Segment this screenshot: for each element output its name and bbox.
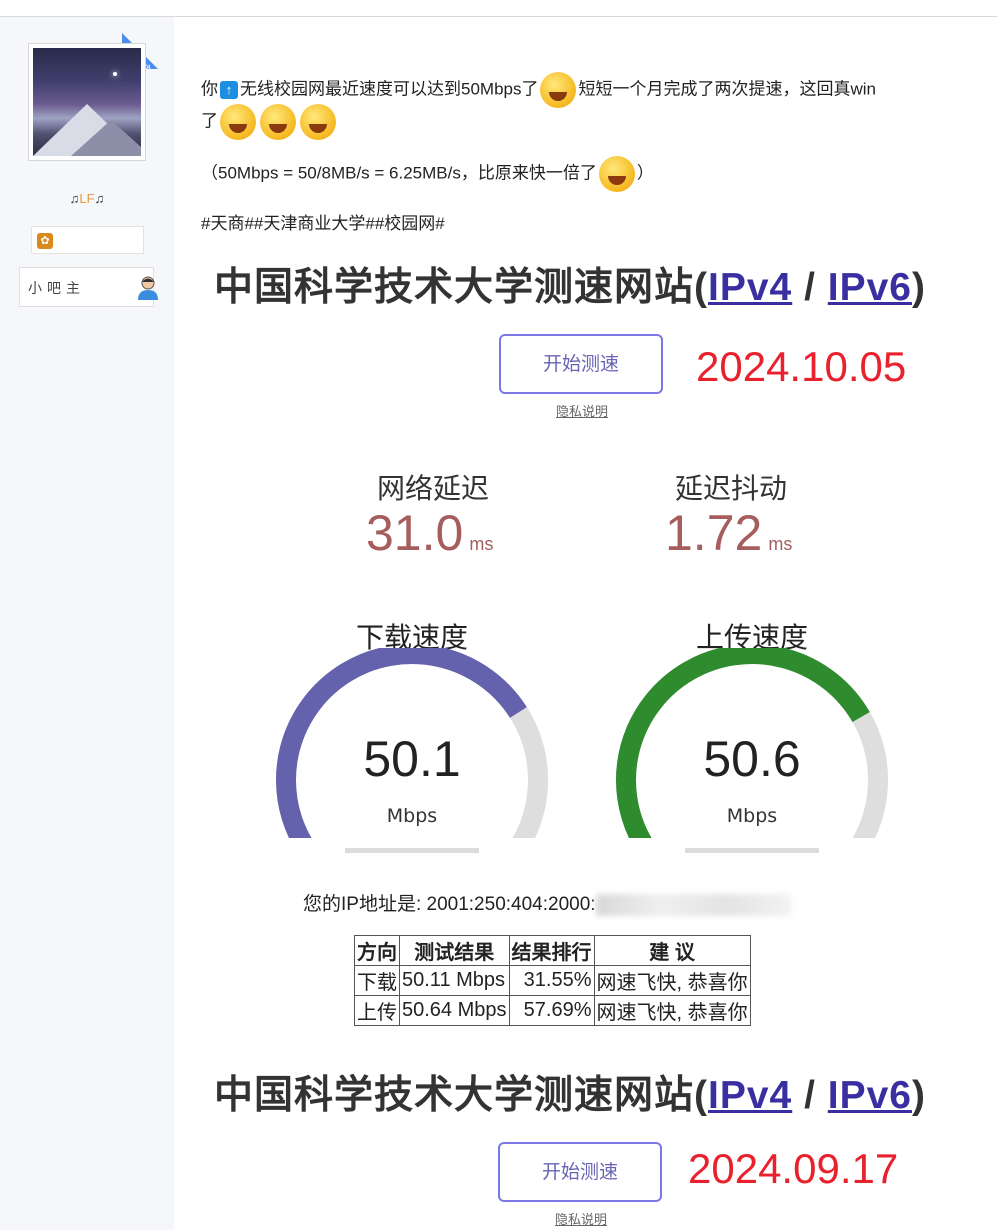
table-header: 方向 <box>354 935 400 966</box>
avatar[interactable] <box>28 43 146 161</box>
laugh-emoji-icon <box>260 104 296 140</box>
tongue-emoji-icon <box>540 72 577 108</box>
ip-redacted <box>595 893 792 916</box>
upload-value: 50.6 <box>703 731 801 787</box>
post-tags[interactable]: #天商##天津商业大学##校园网# <box>201 209 445 234</box>
download-value: 50.1 <box>363 731 461 787</box>
result-table: 方向 测试结果 结果排行 建 议 下载 50.11 Mbps 31.55% 网速… <box>354 935 751 1026</box>
user-badge[interactable]: ✿ <box>31 226 144 254</box>
table-cell: 50.64 Mbps <box>399 995 510 1026</box>
username[interactable]: ♫LF♫ <box>0 191 174 206</box>
music-note-icon: ♫ <box>69 191 80 206</box>
table-cell: 下载 <box>354 965 400 996</box>
table-header: 建 议 <box>593 935 751 966</box>
avatar-image <box>33 48 141 156</box>
speedtest-title: 中国科学技术大学测速网站(IPv4 / IPv6) <box>214 266 926 309</box>
laugh-emoji-icon <box>220 104 256 140</box>
upload-baseline <box>685 848 819 853</box>
table-cell: 网速飞快, 恭喜你 <box>593 995 751 1026</box>
laugh-emoji-icon <box>300 104 336 140</box>
jitter-value: 1.72 ms <box>665 505 793 561</box>
table-cell: 网速飞快, 恭喜你 <box>593 965 751 996</box>
ipv4-link[interactable]: IPv4 <box>708 1074 792 1117</box>
table-cell: 上传 <box>354 995 400 1026</box>
download-baseline <box>345 848 479 853</box>
ipv4-link[interactable]: IPv4 <box>708 266 792 309</box>
ip-address: 您的IP地址是: 2001:250:404:2000: <box>303 889 792 916</box>
happy-emoji-icon <box>598 156 635 192</box>
table-header: 结果排行 <box>508 935 595 966</box>
download-unit: Mbps <box>386 805 438 827</box>
post-line-2: 了 <box>201 104 338 140</box>
ipv6-link[interactable]: IPv6 <box>828 266 912 309</box>
start-test-button-2[interactable]: 开始测速 <box>498 1142 662 1202</box>
test-date: 2024.10.05 <box>696 343 907 390</box>
test-date-2: 2024.09.17 <box>688 1145 899 1192</box>
role-label: 小吧主 <box>28 281 85 297</box>
role-badge: 小吧主 <box>19 267 158 307</box>
post-line-1: 你 ↑ 无线校园网最近速度可以达到50Mbps了 短短一个月完成了两次提速，这回真wi… <box>201 72 876 108</box>
table-header-row: 方向 测试结果 结果排行 建 议 <box>354 935 751 966</box>
privacy-link-2[interactable]: 隐私说明 <box>521 1209 641 1228</box>
latency-value: 31.0 ms <box>366 505 494 561</box>
user-icon <box>138 276 158 300</box>
badge-icon: ✿ <box>37 233 53 249</box>
username-text: LF <box>79 191 95 206</box>
ipv6-link[interactable]: IPv6 <box>828 1074 912 1117</box>
jitter-label: 延迟抖动 <box>674 472 787 505</box>
speedtest-title-2: 中国科学技术大学测速网站(IPv4 / IPv6) <box>214 1074 926 1117</box>
table-cell: 50.11 Mbps <box>399 965 510 996</box>
privacy-link[interactable]: 隐私说明 <box>522 401 642 420</box>
music-note-icon: ♫ <box>94 191 105 206</box>
up-arrow-icon: ↑ <box>220 81 238 99</box>
table-row: 上传 50.64 Mbps 57.69% 网速飞快, 恭喜你 <box>354 995 751 1026</box>
table-cell: 57.69% <box>508 995 595 1026</box>
table-cell: 31.55% <box>508 965 595 996</box>
upload-unit: Mbps <box>726 805 778 827</box>
start-test-button[interactable]: 开始测速 <box>499 334 663 394</box>
table-row: 下载 50.11 Mbps 31.55% 网速飞快, 恭喜你 <box>354 965 751 996</box>
latency-label: 网络延迟 <box>376 472 489 505</box>
post-line-3: （50Mbps = 50/8MB/s = 6.25MB/s，比原来快一倍了） <box>201 156 654 192</box>
table-header: 测试结果 <box>399 935 510 966</box>
